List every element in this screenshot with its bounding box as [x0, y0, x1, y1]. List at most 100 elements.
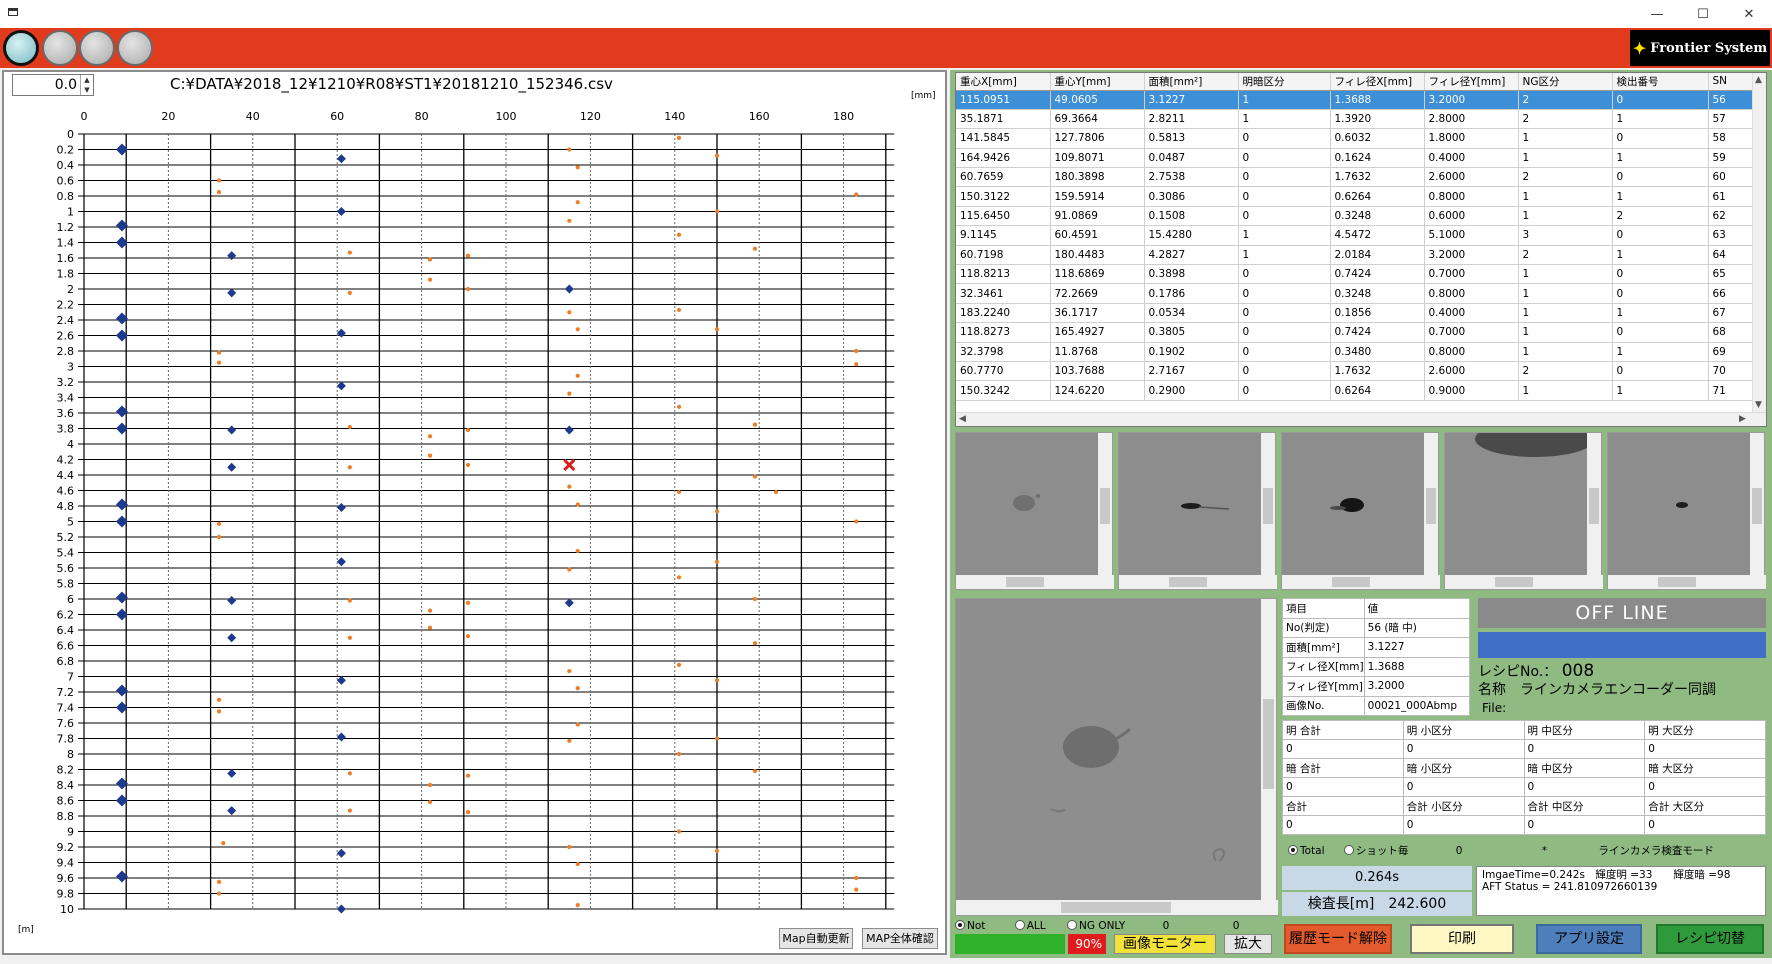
- defect-marker-large[interactable]: [564, 425, 574, 435]
- table-row[interactable]: 183.2240 36.1717 0.0534 0 0.1856 0.4000 1 1 67: [956, 303, 1754, 324]
- defect-marker-small[interactable]: [427, 625, 433, 630]
- defect-marker-small[interactable]: [714, 509, 720, 514]
- thumbnail-horizontal-scrollbar[interactable]: [1608, 575, 1766, 589]
- table-row[interactable]: 115.6450 91.0869 0.1508 0 0.3248 0.6000 1 2 62: [956, 206, 1754, 227]
- defect-thumbnail-5[interactable]: [1607, 432, 1766, 590]
- defect-marker-small[interactable]: [714, 848, 720, 853]
- status-lamp-4[interactable]: [117, 30, 153, 66]
- defect-marker-small[interactable]: [567, 310, 572, 315]
- table-row[interactable]: 141.5845 127.7806 0.5813 0 0.6032 1.8000 1 0 58: [956, 128, 1754, 149]
- defect-marker-small[interactable]: [465, 773, 471, 778]
- table-row[interactable]: 32.3798 11.8768 0.1902 0 0.3480 0.8000 1 1 69: [956, 342, 1754, 362]
- defect-marker-small[interactable]: [347, 424, 352, 430]
- defect-marker-small[interactable]: [676, 404, 682, 409]
- defect-marker-small[interactable]: [752, 474, 758, 479]
- defect-marker-small[interactable]: [714, 736, 720, 741]
- defect-marker-small[interactable]: [714, 327, 720, 332]
- defect-marker-small[interactable]: [427, 782, 433, 788]
- defect-marker-large[interactable]: [336, 381, 346, 391]
- defect-marker-large[interactable]: [227, 425, 237, 435]
- total-radio[interactable]: Total: [1288, 845, 1325, 857]
- defect-marker-large[interactable]: [336, 848, 346, 858]
- grid-column-header[interactable]: フィレ径Y[mm]: [1424, 73, 1519, 91]
- thumbnail-vertical-scrollbar[interactable]: [1424, 433, 1438, 577]
- table-row[interactable]: 60.7770 103.7688 2.7167 0 1.7632 2.6000 2 0 70: [956, 361, 1754, 382]
- defect-marker-large[interactable]: [336, 207, 346, 216]
- thumbnail-vertical-scrollbar[interactable]: [1750, 433, 1764, 577]
- defect-marker-small[interactable]: [347, 635, 352, 640]
- defect-marker-small[interactable]: [854, 887, 859, 892]
- defect-marker-large[interactable]: [336, 503, 346, 513]
- close-button[interactable]: ✕: [1726, 0, 1772, 28]
- defect-marker-small[interactable]: [752, 768, 758, 774]
- defect-marker-large[interactable]: [336, 904, 346, 914]
- defect-marker-small[interactable]: [676, 232, 682, 237]
- defect-marker-small[interactable]: [216, 534, 222, 540]
- defect-marker-small[interactable]: [575, 548, 580, 554]
- defect-marker-large[interactable]: [564, 284, 574, 294]
- table-row[interactable]: 35.1871 69.3664 2.8211 1 1.3920 2.8000 2 1 57: [956, 109, 1754, 130]
- defect-marker-small[interactable]: [575, 903, 580, 908]
- defect-thumbnail-1[interactable]: [955, 432, 1114, 590]
- defect-marker-large[interactable]: [336, 732, 346, 742]
- table-row[interactable]: 118.8273 165.4927 0.3805 0 0.7424 0.7000 1 0 68: [956, 322, 1754, 343]
- grid-column-header[interactable]: NG区分: [1518, 73, 1613, 91]
- defect-data-grid[interactable]: 重心X[mm] 重心Y[mm] 面積[mm²] 明暗区分 フィレ径X[mm] フィレ径Y[…: [955, 72, 1767, 427]
- defect-marker-small[interactable]: [221, 841, 226, 846]
- status-lamp-3[interactable]: [79, 30, 115, 66]
- defect-marker-small[interactable]: [347, 290, 352, 295]
- defect-marker-large[interactable]: [227, 251, 237, 261]
- thumbnail-vertical-scrollbar[interactable]: [1587, 433, 1601, 577]
- defect-marker-small[interactable]: [676, 829, 682, 834]
- defect-marker-small[interactable]: [427, 608, 433, 613]
- defect-marker-small[interactable]: [676, 751, 682, 757]
- defect-marker-small[interactable]: [427, 434, 433, 439]
- thumbnail-horizontal-scrollbar[interactable]: [1119, 575, 1277, 589]
- table-row[interactable]: 60.7659 180.3898 2.7538 0 1.7632 2.6000 2 0 60: [956, 167, 1754, 188]
- defect-marker-small[interactable]: [714, 678, 720, 683]
- defect-marker-small[interactable]: [567, 484, 572, 489]
- defect-marker-large[interactable]: [336, 328, 346, 338]
- defect-marker-small[interactable]: [216, 697, 222, 702]
- defect-marker-small[interactable]: [773, 489, 779, 495]
- grid-column-header[interactable]: 検出番号: [1612, 73, 1709, 91]
- defect-map[interactable]: 0 20 40 60 80 100 120 140 160 180 0 0.2 0.4 0.6 0.8 1 1.…: [4, 72, 945, 953]
- defect-marker-small[interactable]: [575, 722, 580, 727]
- defect-marker-small[interactable]: [347, 465, 352, 470]
- scroll-down-icon[interactable]: ▼: [1755, 400, 1762, 410]
- table-row[interactable]: 60.7198 180.4483 4.2827 1 2.0184 3.2000 2 1 64: [956, 245, 1754, 266]
- defect-marker-small[interactable]: [216, 891, 222, 896]
- defect-marker-large[interactable]: [336, 557, 346, 567]
- defect-marker-small[interactable]: [676, 662, 682, 667]
- table-row[interactable]: 118.8213 118.6869 0.3898 0 0.7424 0.7000 1 0 65: [956, 264, 1754, 285]
- defect-marker-small[interactable]: [427, 257, 433, 262]
- defect-marker-small[interactable]: [714, 559, 720, 564]
- table-row[interactable]: 9.1145 60.4591 15.4280 1 4.5472 5.1000 3 0 63: [956, 225, 1754, 246]
- table-row[interactable]: 115.0951 49.0605 3.1227 1 1.3688 3.2000 2 0 56: [956, 90, 1754, 110]
- zoom-button[interactable]: 拡大: [1224, 934, 1272, 954]
- defect-thumbnail-2[interactable]: [1118, 432, 1277, 590]
- defect-marker-small[interactable]: [575, 165, 580, 170]
- defect-marker-small[interactable]: [427, 277, 433, 282]
- scroll-right-icon[interactable]: ▶: [1739, 414, 1746, 424]
- defect-marker-large[interactable]: [336, 154, 346, 164]
- defect-marker-small[interactable]: [465, 253, 471, 258]
- grid-column-header[interactable]: フィレ径X[mm]: [1330, 73, 1425, 91]
- app-settings-button[interactable]: アプリ設定: [1536, 924, 1642, 954]
- defect-marker-small[interactable]: [854, 348, 859, 354]
- grid-column-header[interactable]: 面積[mm²]: [1144, 73, 1239, 91]
- defect-marker-small[interactable]: [676, 489, 682, 495]
- defect-marker-large[interactable]: [227, 288, 237, 298]
- defect-marker-small[interactable]: [216, 521, 222, 526]
- defect-marker-small[interactable]: [567, 844, 572, 850]
- defect-marker-small[interactable]: [752, 246, 758, 251]
- defect-marker-small[interactable]: [465, 427, 471, 433]
- defect-marker-small[interactable]: [714, 153, 720, 158]
- defect-marker-small[interactable]: [714, 209, 720, 214]
- defect-marker-small[interactable]: [752, 596, 758, 602]
- defect-marker-large[interactable]: [227, 633, 237, 643]
- defect-marker-small[interactable]: [575, 373, 580, 378]
- maximize-button[interactable]: ☐: [1680, 0, 1726, 28]
- defect-marker-small[interactable]: [465, 600, 471, 605]
- grid-column-header[interactable]: 明暗区分: [1238, 73, 1331, 91]
